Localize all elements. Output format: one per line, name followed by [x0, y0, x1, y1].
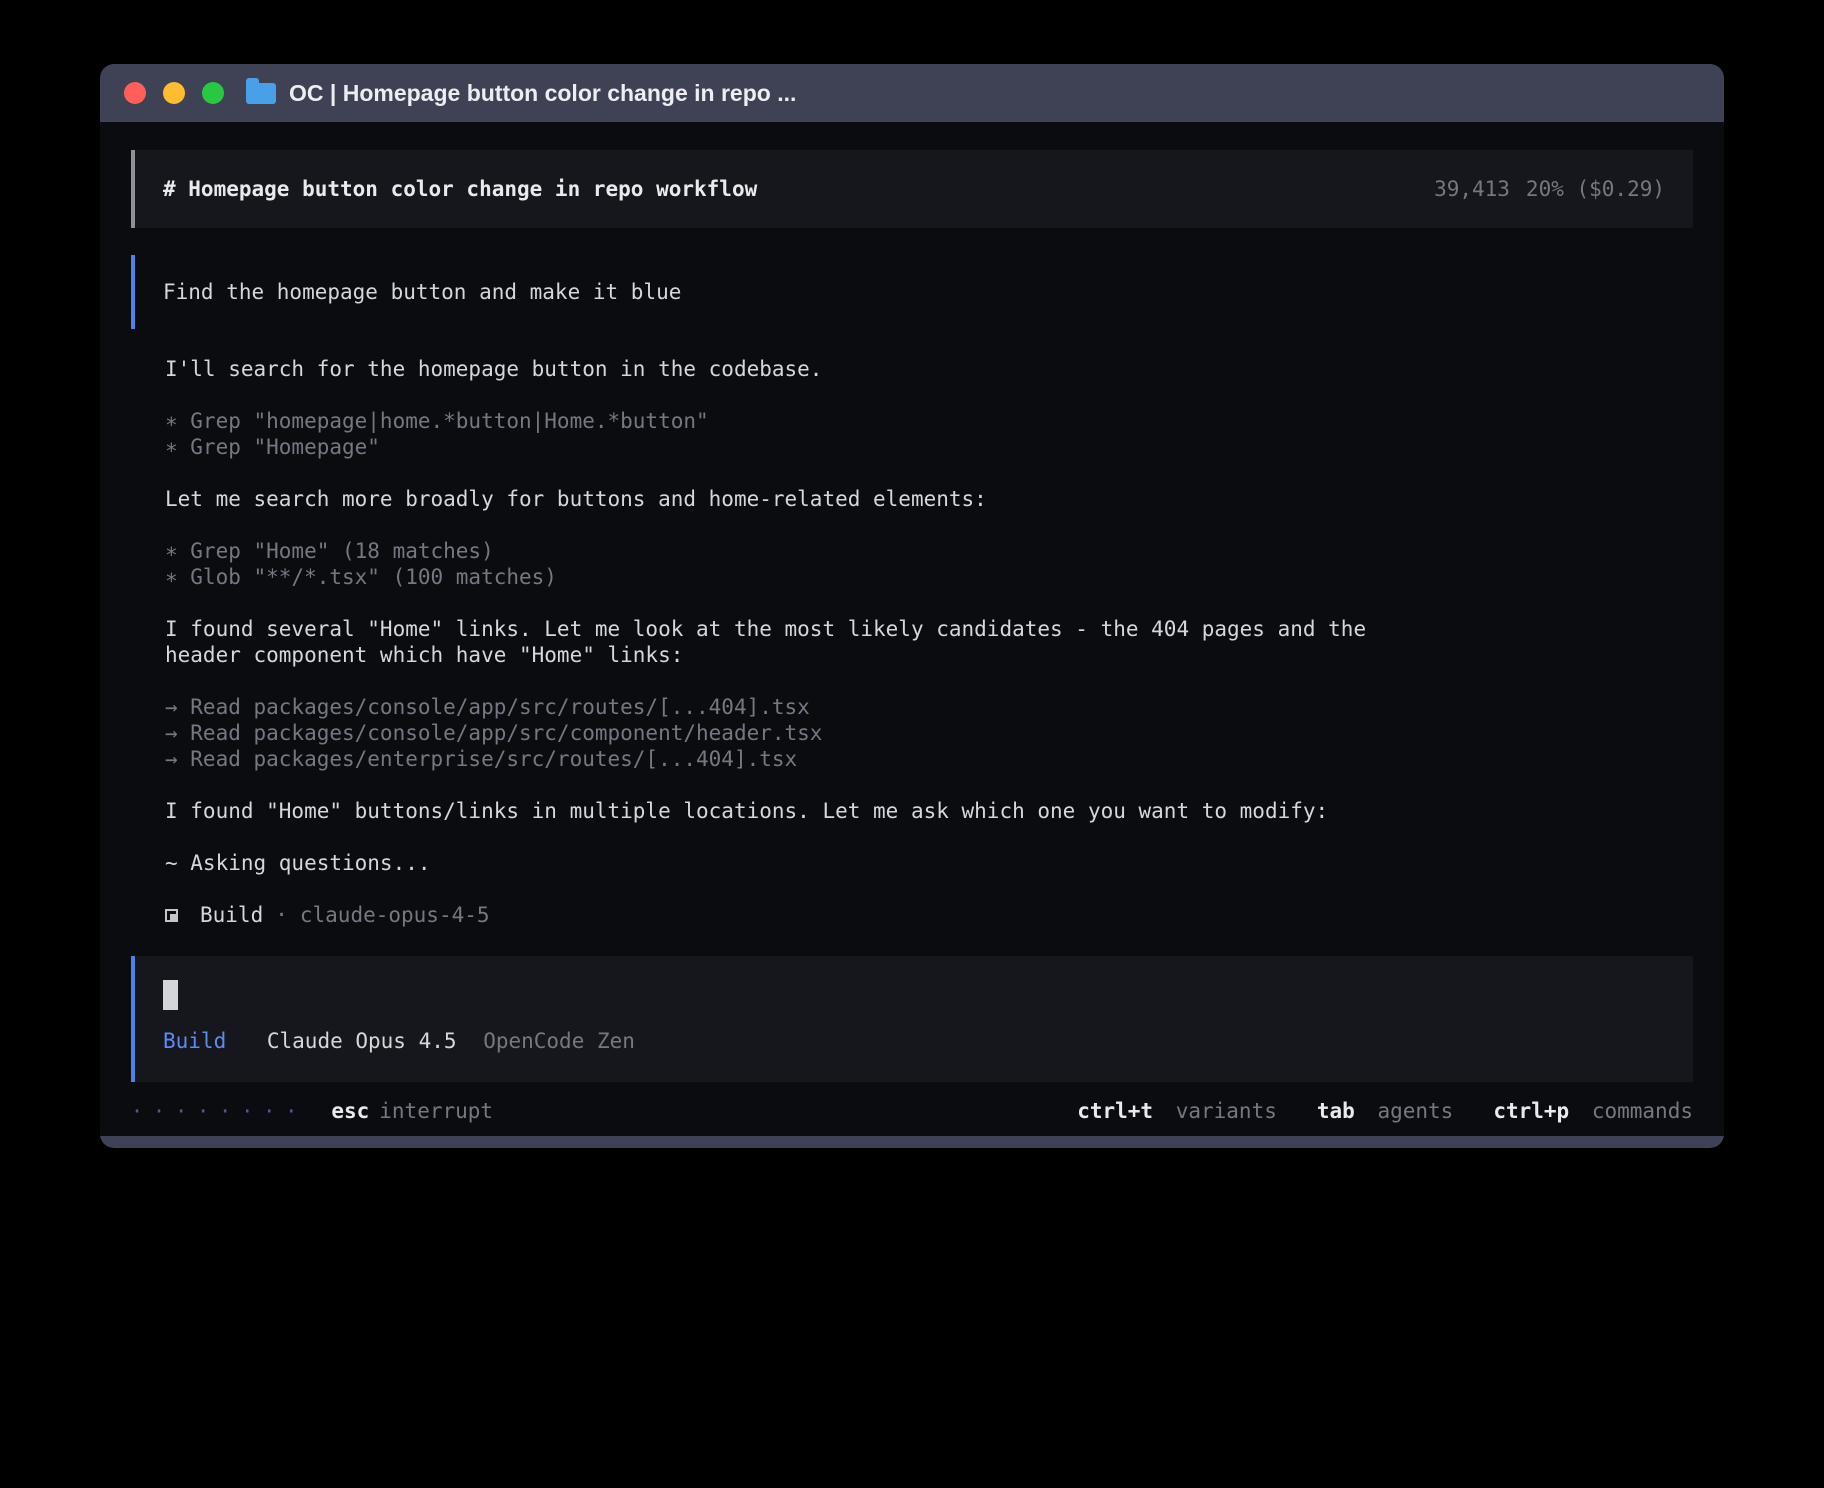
input-line[interactable] [163, 980, 1665, 1010]
shortcut-variants: ctrl+t variants [1077, 1098, 1277, 1124]
tool-call-read: → Read packages/console/app/src/componen… [165, 720, 1429, 746]
shortcut-label: agents [1377, 1099, 1453, 1123]
shortcut-key: ctrl+t [1077, 1099, 1153, 1123]
user-message-text: Find the homepage button and make it blu… [163, 280, 681, 304]
input-mode-row: Build Claude Opus 4.5 OpenCode Zen [163, 1028, 1665, 1054]
agent-model: claude-opus-4-5 [300, 902, 490, 928]
session-stats: 39,413 20% ($0.29) [1434, 176, 1665, 202]
close-button[interactable] [124, 82, 146, 104]
assistant-message: I found "Home" buttons/links in multiple… [165, 798, 1429, 824]
terminal-window: OC | Homepage button color change in rep… [100, 64, 1724, 1148]
text-cursor [163, 980, 178, 1010]
shortcut-label: commands [1592, 1099, 1693, 1123]
provider-label: OpenCode Zen [483, 1029, 635, 1053]
agent-icon [165, 909, 178, 922]
shortcut-label: variants [1176, 1099, 1277, 1123]
token-count: 39,413 [1434, 177, 1510, 201]
shortcut-commands: ctrl+p commands [1493, 1098, 1693, 1124]
terminal-content: # Homepage button color change in repo w… [100, 122, 1724, 1136]
spinner-dots: ········ [131, 1098, 307, 1124]
titlebar[interactable]: OC | Homepage button color change in rep… [100, 64, 1724, 122]
agent-name: Build [200, 902, 263, 928]
assistant-message: I'll search for the homepage button in t… [165, 356, 1429, 382]
shortcut-key: ctrl+p [1493, 1099, 1569, 1123]
esc-label: interrupt [379, 1098, 493, 1124]
tool-call-glob: ∗ Glob "**/*.tsx" (100 matches) [165, 564, 1429, 590]
context-usage: 20% ($0.29) [1526, 177, 1665, 201]
session-header: # Homepage button color change in repo w… [131, 150, 1693, 228]
session-title: # Homepage button color change in repo w… [163, 176, 757, 202]
assistant-transcript: I'll search for the homepage button in t… [165, 356, 1429, 928]
statusbar: ········ esc interrupt ctrl+t variants t… [131, 1098, 1693, 1124]
tool-call-read: → Read packages/enterprise/src/routes/[.… [165, 746, 1429, 772]
traffic-lights [124, 82, 224, 104]
assistant-message: Let me search more broadly for buttons a… [165, 486, 1429, 512]
status-message: ~ Asking questions... [165, 850, 1429, 876]
shortcut-key: tab [1317, 1099, 1355, 1123]
assistant-message: I found several "Home" links. Let me loo… [165, 616, 1429, 668]
agent-status-line: Build · claude-opus-4-5 [165, 902, 1429, 928]
title-wrap: OC | Homepage button color change in rep… [246, 80, 796, 107]
minimize-button[interactable] [163, 82, 185, 104]
zoom-button[interactable] [202, 82, 224, 104]
window-title: OC | Homepage button color change in rep… [289, 80, 796, 107]
model-label: Claude Opus 4.5 [267, 1029, 457, 1053]
user-message: Find the homepage button and make it blu… [131, 255, 1693, 329]
statusbar-left: ········ esc interrupt [131, 1098, 493, 1124]
tool-call-grep: ∗ Grep "Home" (18 matches) [165, 538, 1429, 564]
separator-dot: · [275, 902, 288, 928]
statusbar-right: ctrl+t variants tab agents ctrl+p comman… [1077, 1098, 1693, 1124]
agent-mode-label: Build [163, 1029, 226, 1053]
folder-icon [246, 83, 276, 104]
tool-call-grep: ∗ Grep "Homepage" [165, 434, 1429, 460]
tool-call-read: → Read packages/console/app/src/routes/[… [165, 694, 1429, 720]
shortcut-agents: tab agents [1317, 1098, 1453, 1124]
esc-key: esc [331, 1098, 369, 1124]
tool-call-grep: ∗ Grep "homepage|home.*button|Home.*butt… [165, 408, 1429, 434]
prompt-input[interactable]: Build Claude Opus 4.5 OpenCode Zen [131, 956, 1693, 1082]
